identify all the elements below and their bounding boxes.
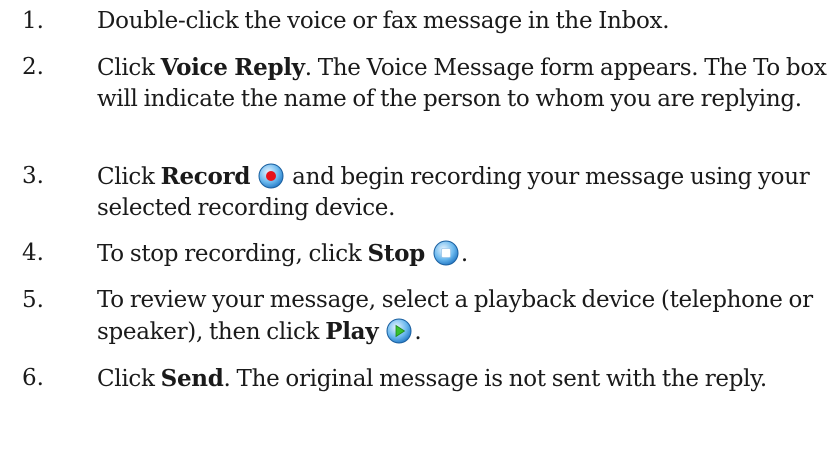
step-text: Double-click the voice or fax message in… — [97, 6, 827, 37]
step-number: 3. — [22, 163, 44, 189]
ui-control-name: Record — [160, 163, 251, 190]
step-text-run — [378, 319, 384, 345]
step-number: 6. — [22, 365, 44, 391]
step-text-run: Click — [97, 55, 161, 81]
step-text-run: . The original message is not sent with … — [223, 366, 768, 392]
step-text-run — [250, 164, 256, 190]
step-text: Click Voice Reply. The Voice Message for… — [97, 52, 827, 115]
step-text: To review your message, select a playbac… — [97, 285, 827, 348]
instruction-steps: 1. Double-click the voice or fax message… — [0, 0, 836, 473]
step-number: 5. — [22, 287, 44, 313]
step-text: Click Record and begin recording your me… — [97, 161, 827, 224]
step-text: To stop recording, click Stop . — [97, 238, 827, 270]
step-text-run: To stop recording, click — [97, 241, 368, 267]
step-text-run: To review your message, select a playbac… — [97, 287, 813, 345]
play-icon — [386, 318, 412, 344]
step-number: 4. — [22, 240, 44, 266]
step-text-run: . — [414, 319, 422, 345]
step-number: 2. — [22, 54, 44, 80]
record-icon — [258, 163, 284, 189]
step-text: Click Send. The original message is not … — [97, 363, 827, 395]
step-text-run: Double-click the voice or fax message in… — [97, 8, 670, 34]
step-number: 1. — [22, 8, 44, 34]
step-text-run: Click — [97, 366, 161, 392]
step-text-run — [425, 241, 431, 267]
step-text-run: . — [460, 241, 468, 267]
step-text-run: Click — [97, 164, 161, 190]
ui-control-name: Send — [160, 365, 224, 392]
ui-control-name: Stop — [367, 240, 425, 267]
stop-icon — [433, 240, 459, 266]
ui-control-name: Voice Reply — [160, 54, 305, 81]
ui-control-name: Play — [325, 318, 379, 345]
